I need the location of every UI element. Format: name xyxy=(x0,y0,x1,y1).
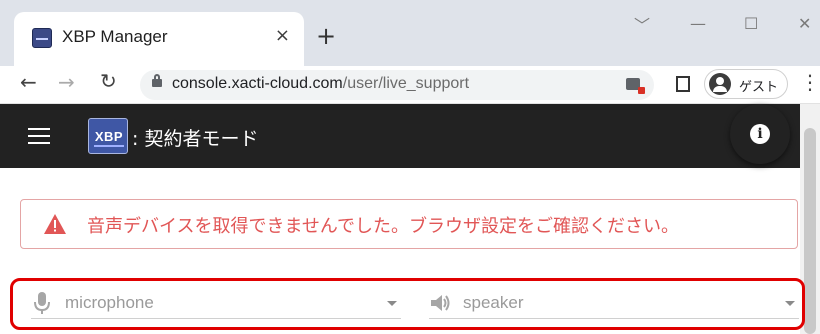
avatar-icon xyxy=(709,73,731,95)
new-tab-button[interactable]: + xyxy=(316,24,336,48)
side-panel-icon[interactable] xyxy=(676,76,690,92)
speaker-select[interactable]: speaker xyxy=(429,289,799,319)
reload-icon[interactable]: ↻ xyxy=(100,71,117,91)
microphone-select[interactable]: microphone xyxy=(31,289,401,319)
error-alert: 音声デバイスを取得できませんでした。ブラウザ設定をご確認ください。 xyxy=(20,199,798,249)
speaker-icon xyxy=(431,295,450,311)
tab-search-chevron-icon[interactable]: ﹀ xyxy=(634,12,650,36)
speaker-placeholder: speaker xyxy=(463,293,524,312)
menu-icon[interactable] xyxy=(28,128,50,144)
address-bar[interactable]: console.xacti-cloud.com/user/live_suppor… xyxy=(140,70,654,100)
window-maximize-button[interactable]: ☐ xyxy=(744,14,758,33)
browser-tab[interactable]: XBP Manager × xyxy=(14,12,304,66)
browser-toolbar: ← → ↻ console.xacti-cloud.com/user/live_… xyxy=(0,66,820,104)
url-text: console.xacti-cloud.com/user/live_suppor… xyxy=(172,75,469,93)
chevron-down-icon[interactable] xyxy=(387,301,397,306)
forward-arrow-icon[interactable]: → xyxy=(58,72,75,92)
url-host: console.xacti-cloud.com xyxy=(172,75,343,92)
browser-titlebar: XBP Manager × + ﹀ — ☐ ✕ xyxy=(0,0,820,66)
xbp-favicon-icon xyxy=(32,28,52,48)
browser-menu-icon[interactable]: ⋮ xyxy=(800,72,820,92)
back-arrow-icon[interactable]: ← xyxy=(20,72,37,92)
app-header: XBP : 契約者モード xyxy=(0,104,800,168)
xbp-logo: XBP xyxy=(88,118,128,154)
info-icon: i xyxy=(750,124,770,144)
profile-button[interactable]: ゲスト xyxy=(704,69,788,99)
scrollbar-thumb[interactable] xyxy=(804,128,816,334)
url-path: /user/live_support xyxy=(342,75,470,92)
profile-label: ゲスト xyxy=(739,80,779,95)
lock-icon[interactable] xyxy=(152,74,162,87)
page-title: : 契約者モード xyxy=(132,128,259,150)
tab-title: XBP Manager xyxy=(62,27,168,46)
chevron-down-icon[interactable] xyxy=(785,301,795,306)
info-button[interactable]: i xyxy=(730,104,790,164)
window-close-button[interactable]: ✕ xyxy=(798,14,811,33)
window-minimize-button[interactable]: — xyxy=(690,14,706,33)
alert-message: 音声デバイスを取得できませんでした。ブラウザ設定をご確認ください。 xyxy=(87,216,680,237)
logo-text: XBP xyxy=(94,129,124,144)
camera-blocked-icon[interactable] xyxy=(626,78,645,94)
microphone-placeholder: microphone xyxy=(65,293,154,312)
audio-device-selectors: microphone speaker xyxy=(10,278,805,330)
tab-close-icon[interactable]: × xyxy=(275,25,290,46)
warning-icon xyxy=(44,214,66,234)
microphone-icon xyxy=(34,292,50,314)
